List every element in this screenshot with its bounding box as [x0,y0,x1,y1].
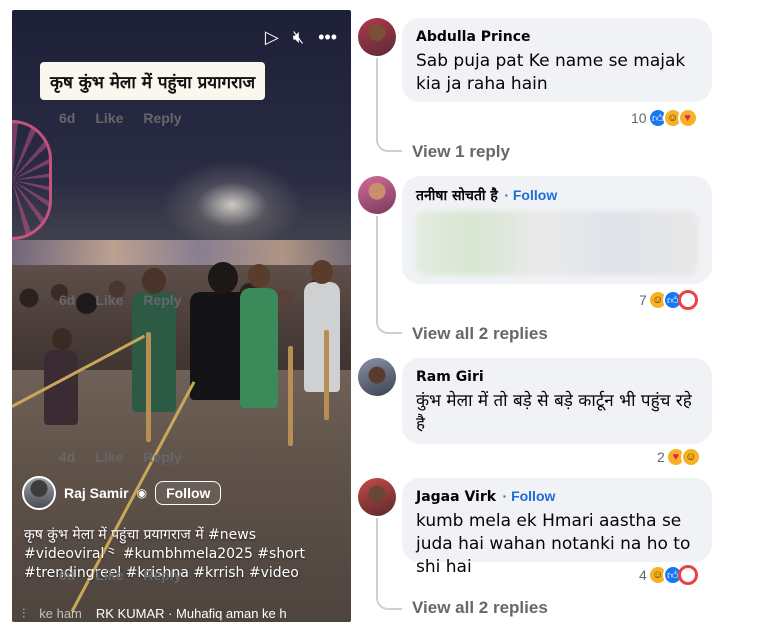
author-avatar[interactable] [22,476,56,510]
rope-pole [146,332,151,442]
comment: तनीषा सोचती है · Follow [358,176,718,286]
reaction-summary[interactable]: 2 ♥ ☺ [657,447,701,467]
rope-pole [288,346,293,446]
reaction-summary[interactable]: 4 ☺ 👍︎ [639,565,698,585]
view-replies-link[interactable]: View 1 reply [412,142,510,162]
man3-head [311,260,333,284]
music-bar[interactable]: ⫶ ke ham RK KUMAR · Muhafiq aman ke h [22,606,351,622]
like-button[interactable]: Like [95,110,123,126]
man-head [142,268,166,294]
haha-reaction-icon: ☺ [680,447,701,467]
more-options-icon[interactable]: ••• [318,28,337,46]
commenter-name[interactable]: Abdulla Prince [416,29,531,45]
like-button[interactable]: Like [95,292,123,308]
video-player[interactable]: ▷ 🔇︎ ••• कृष कुंभ मेला में पहुंचा प्रयाग… [12,10,351,622]
video-author: Raj Samir ◉ Follow [22,476,222,510]
man2-head [248,264,270,288]
comment-bubble: तनीषा सोचती है · Follow [402,176,712,284]
reply-button[interactable]: Reply [143,567,181,583]
blurred-comment-content [416,211,698,275]
comment-bubble: Abdulla Prince Sab puja pat Ke name se m… [402,18,712,102]
music-artist: RK KUMAR · Muhafiq aman ke h [95,606,287,621]
commenter-name[interactable]: तनीषा सोचती है [416,188,498,204]
thread-line [376,518,402,610]
like-button[interactable]: Like [95,449,123,465]
reaction-count: 10 [631,110,647,126]
thread-line [376,216,402,334]
comment: Abdulla Prince Sab puja pat Ke name se m… [358,18,718,158]
ferris-wheel [12,120,52,240]
commenter-name[interactable]: Jagaa Virk [416,489,496,505]
reply-button[interactable]: Reply [143,292,181,308]
author-name[interactable]: Raj Samir [64,485,129,501]
play-icon[interactable]: ▷ [265,28,279,46]
comment: Ram Giri कुंभ मेला में तो बड़े से बड़े क… [358,358,718,448]
floodlight-glow [162,160,302,250]
reaction-count: 7 [639,292,647,308]
child-head [52,328,72,350]
avatar[interactable] [358,18,396,56]
video-title-banner: कृष कुंभ मेला में पहुंचा प्रयागराज [40,62,266,100]
avatar[interactable] [358,176,396,214]
avatar[interactable] [358,478,396,516]
mute-icon[interactable]: 🔇︎ [293,28,304,46]
comment-bubble: Ram Giri कुंभ मेला में तो बड़े से बड़े क… [402,358,712,444]
reaction-icon [677,290,698,310]
comment-actions: 4d Like Reply [59,449,181,465]
comment-actions: 6d Like Reply [59,567,181,583]
comment-time[interactable]: 4d [59,449,75,465]
care-reaction-icon: ♥ [677,108,698,128]
view-replies-link[interactable]: View all 2 replies [412,598,548,618]
man-white-shirt [304,282,340,392]
reaction-icon [677,565,698,585]
video-controls: ▷ 🔇︎ ••• [265,28,337,46]
follow-link[interactable]: · Follow [504,187,557,203]
comment-time[interactable]: 6d [59,567,75,583]
man-green-tshirt [240,288,278,408]
comment-text: कुंभ मेला में तो बड़े से बड़े कार्टून भी… [416,391,692,434]
follow-link[interactable]: · Follow [503,488,556,504]
reaction-count: 2 [657,449,665,465]
reaction-summary[interactable]: 10 👍︎ ☺ ♥ [631,108,698,128]
caption-line: कृष कुंभ मेला में पहुंचा प्रयागराज में #… [24,527,257,543]
reply-button[interactable]: Reply [143,110,181,126]
comment-actions: 6d Like Reply [59,110,181,126]
performer-head [208,262,238,294]
reaction-summary[interactable]: 7 ☺ 👍︎ [639,290,698,310]
like-button[interactable]: Like [95,567,123,583]
rope-pole [324,330,329,420]
reaction-count: 4 [639,567,647,583]
globe-icon: ◉ [136,486,148,500]
reply-button[interactable]: Reply [143,449,181,465]
man-green-jacket [132,292,176,412]
music-note-icon: ⫶ [22,606,26,621]
thread-line [376,58,402,152]
caption-line: #videoviral⺀ #kumbhmela2025 #short [24,546,306,562]
comment-text: Sab puja pat Ke name se majak kia ja rah… [416,51,686,94]
follow-button[interactable]: Follow [155,481,222,505]
comment: Jagaa Virk · Follow kumb mela ek Hmari a… [358,478,718,577]
comment-actions: 6d Like Reply [59,292,181,308]
avatar[interactable] [358,358,396,396]
comment-time[interactable]: 6d [59,292,75,308]
commenter-name[interactable]: Ram Giri [416,369,484,385]
comment-bubble: Jagaa Virk · Follow kumb mela ek Hmari a… [402,478,712,577]
comment-time[interactable]: 6d [59,110,75,126]
view-replies-link[interactable]: View all 2 replies [412,324,548,344]
music-prefix: ke ham [39,606,82,621]
